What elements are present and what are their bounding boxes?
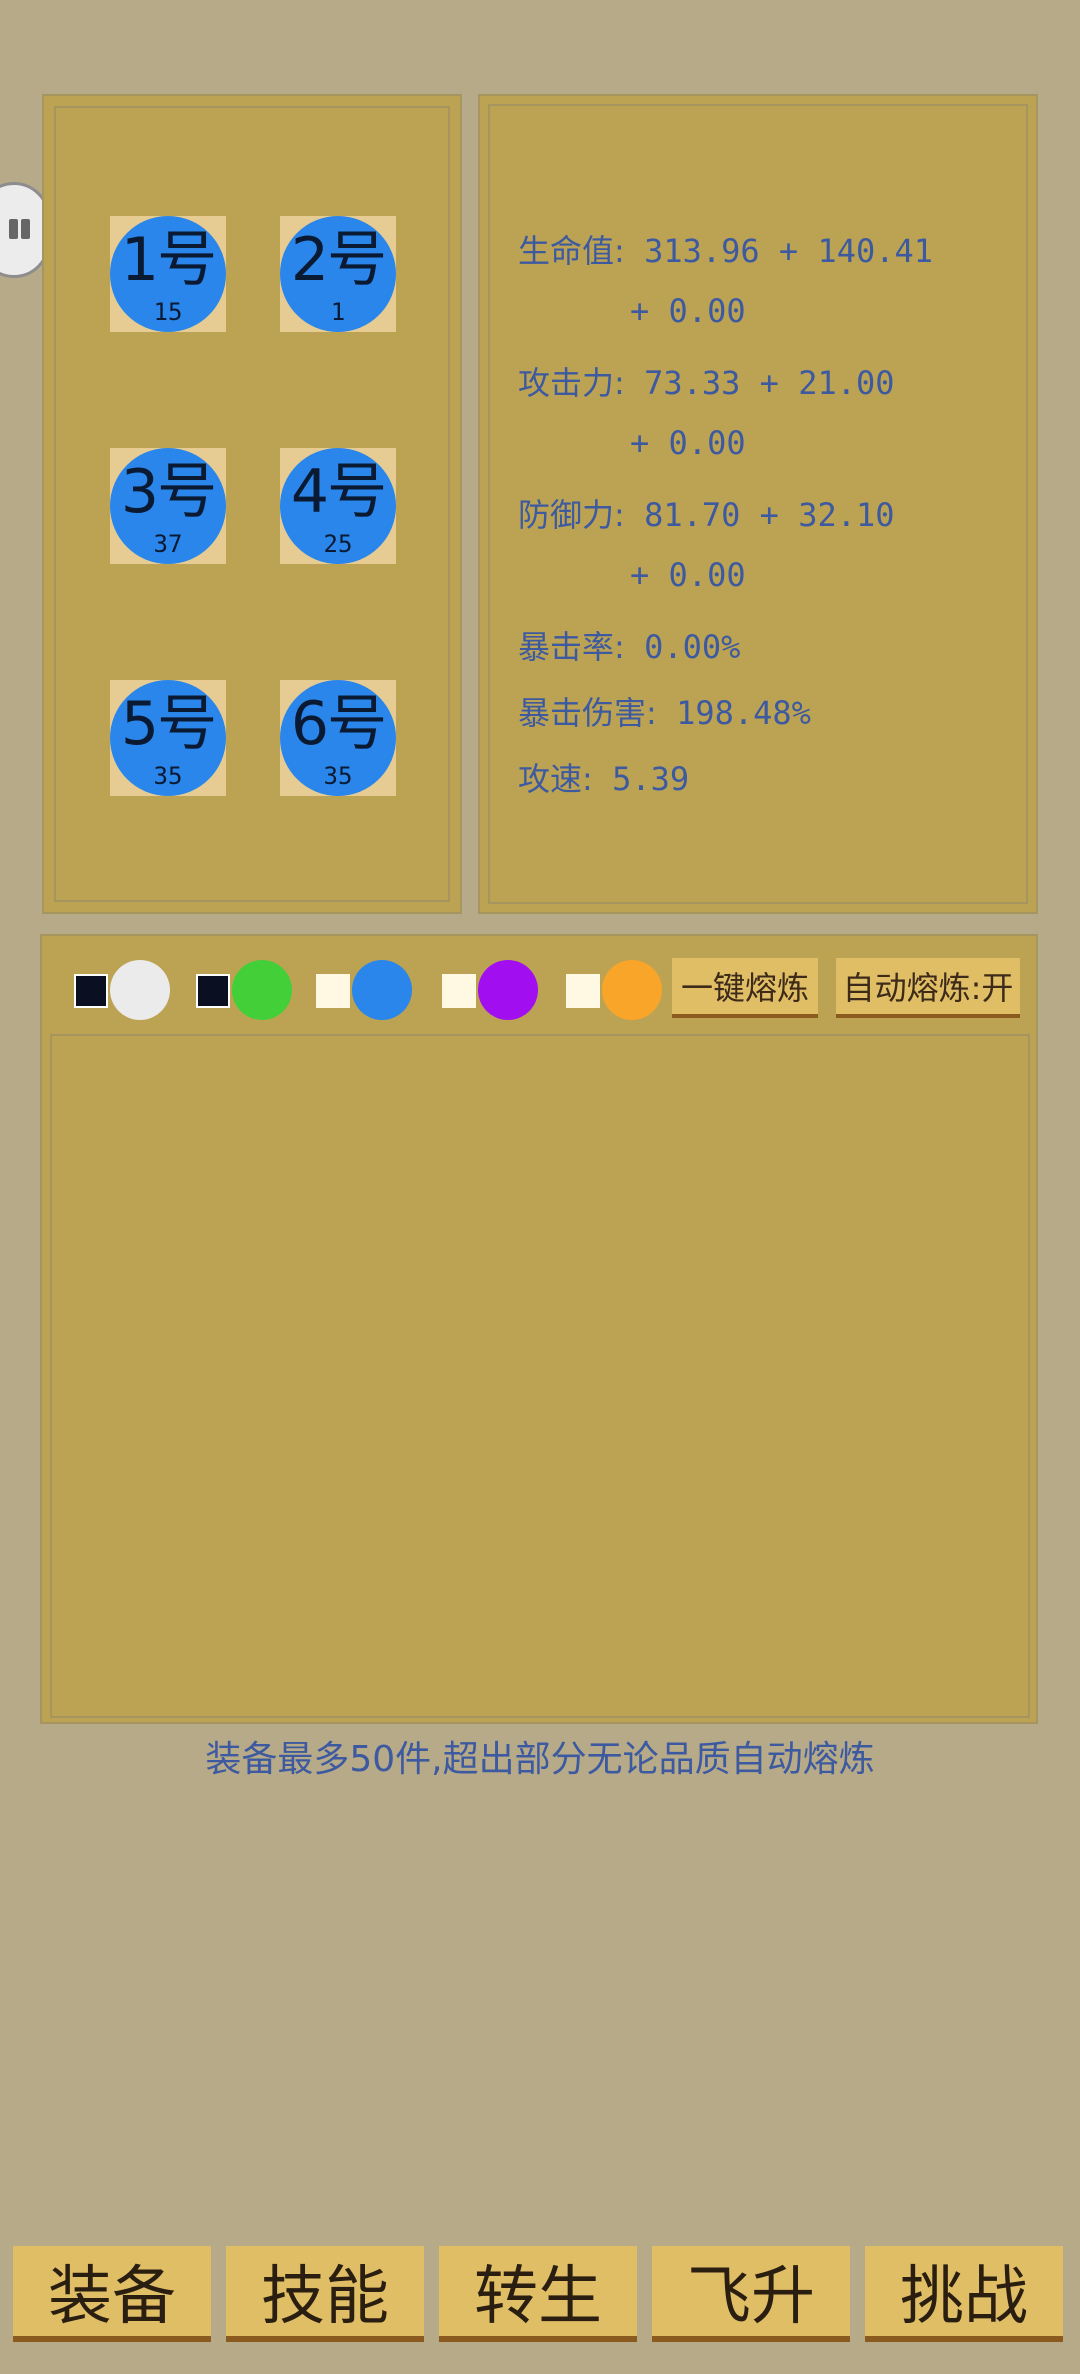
slot-label: 6号 <box>290 689 387 759</box>
stat-def: 防御力: 81.70 + 32.10 <box>518 490 895 536</box>
smelt-all-button[interactable]: 一键熔炼 <box>672 958 818 1018</box>
stat-speed-value: 5.39 <box>612 760 690 798</box>
equipment-panel: 一键熔炼 自动熔炼:开 <box>40 934 1038 1724</box>
character-slot-2[interactable]: 2号 1 <box>280 216 396 332</box>
character-slots-grid: 1号 15 2号 1 3号 37 4号 25 5号 35 6号 35 <box>54 106 450 902</box>
character-slot-5[interactable]: 5号 35 <box>110 680 226 796</box>
stat-crit-dmg-label: 暴击伤害: <box>518 694 657 732</box>
stat-crit-dmg: 暴击伤害: 198.48% <box>518 688 811 734</box>
filter-purple-checkbox[interactable] <box>442 974 476 1008</box>
slot-label: 2号 <box>290 225 387 295</box>
stat-atk-value: 73.33 + 21.00 <box>644 364 895 402</box>
stat-def-label: 防御力: <box>518 496 625 534</box>
slot-level: 15 <box>153 298 183 326</box>
character-slot-1[interactable]: 1号 15 <box>110 216 226 332</box>
auto-smelt-toggle[interactable]: 自动熔炼:开 <box>836 958 1020 1018</box>
slot-label: 4号 <box>290 457 387 527</box>
stat-crit-rate-label: 暴击率: <box>518 628 625 666</box>
slot-level: 37 <box>153 530 183 558</box>
slot-label: 5号 <box>120 689 217 759</box>
stat-crit-rate-value: 0.00% <box>644 628 741 666</box>
slot-level: 35 <box>153 762 183 790</box>
slot-level: 1 <box>330 298 346 326</box>
nav-equip-button[interactable]: 装备 <box>13 2246 211 2342</box>
slot-label: 1号 <box>120 225 217 295</box>
character-slot-6[interactable]: 6号 35 <box>280 680 396 796</box>
stat-hp-extra: + 0.00 <box>630 292 746 330</box>
stat-speed-label: 攻速: <box>518 760 593 798</box>
filter-white-checkbox[interactable] <box>74 974 108 1008</box>
stat-crit-dmg-value: 198.48% <box>676 694 811 732</box>
nav-challenge-button[interactable]: 挑战 <box>865 2246 1063 2342</box>
quality-purple-icon <box>478 960 538 1020</box>
character-slots-panel: 1号 15 2号 1 3号 37 4号 25 5号 35 6号 35 <box>42 94 462 914</box>
filter-orange-checkbox[interactable] <box>566 974 600 1008</box>
character-slot-3[interactable]: 3号 37 <box>110 448 226 564</box>
quality-green-icon <box>232 960 292 1020</box>
stats-list: 生命值: 313.96 + 140.41 + 0.00 攻击力: 73.33 +… <box>488 104 1028 904</box>
quality-orange-icon <box>602 960 662 1020</box>
stat-hp-value: 313.96 + 140.41 <box>644 232 934 270</box>
nav-ascend-button[interactable]: 飞升 <box>652 2246 850 2342</box>
stat-hp-label: 生命值: <box>518 232 625 270</box>
quality-white-icon <box>110 960 170 1020</box>
stats-panel: 生命值: 313.96 + 140.41 + 0.00 攻击力: 73.33 +… <box>478 94 1038 914</box>
stat-def-extra: + 0.00 <box>630 556 746 594</box>
nav-rebirth-button[interactable]: 转生 <box>439 2246 637 2342</box>
stat-speed: 攻速: 5.39 <box>518 754 689 800</box>
filter-green-checkbox[interactable] <box>196 974 230 1008</box>
stat-def-value: 81.70 + 32.10 <box>644 496 895 534</box>
character-slot-4[interactable]: 4号 25 <box>280 448 396 564</box>
slot-level: 35 <box>323 762 353 790</box>
stat-atk-extra: + 0.00 <box>630 424 746 462</box>
slot-label: 3号 <box>120 457 217 527</box>
stat-atk-label: 攻击力: <box>518 364 625 402</box>
capacity-notice: 装备最多50件,超出部分无论品质自动熔炼 <box>205 1739 875 1780</box>
nav-skill-button[interactable]: 技能 <box>226 2246 424 2342</box>
stat-hp: 生命值: 313.96 + 140.41 <box>518 226 933 272</box>
stat-crit-rate: 暴击率: 0.00% <box>518 622 740 668</box>
stat-atk: 攻击力: 73.33 + 21.00 <box>518 358 895 404</box>
filter-blue-checkbox[interactable] <box>316 974 350 1008</box>
quality-blue-icon <box>352 960 412 1020</box>
equipment-list[interactable] <box>50 1034 1030 1718</box>
slot-level: 25 <box>323 530 353 558</box>
